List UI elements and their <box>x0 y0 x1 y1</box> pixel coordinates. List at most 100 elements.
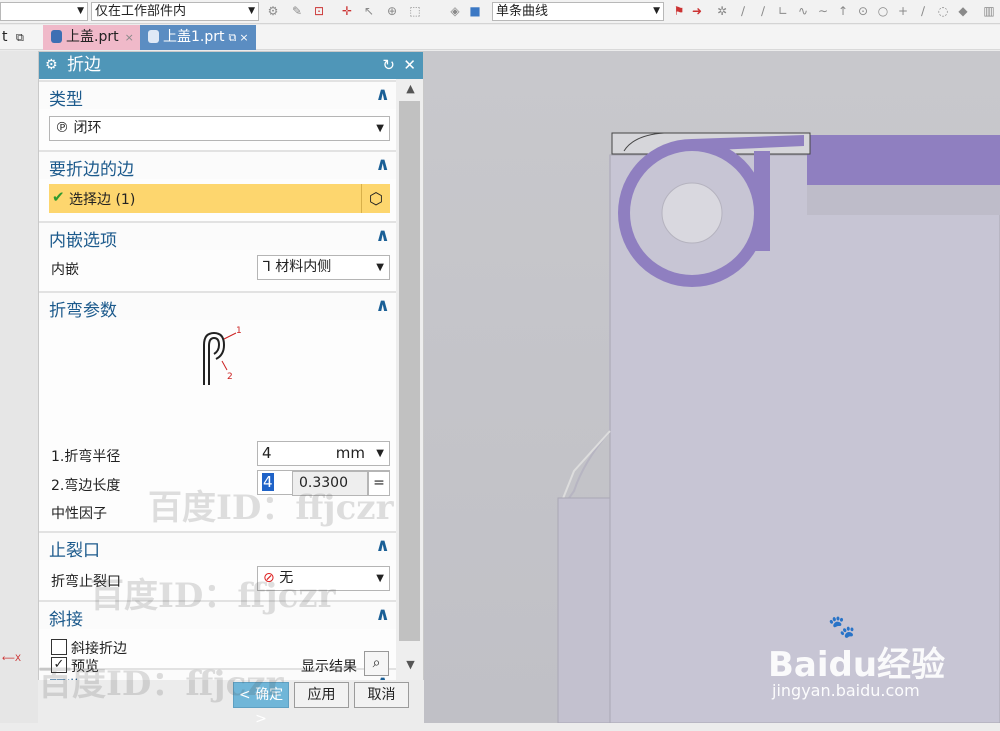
shade-icon[interactable]: ◈ <box>448 4 462 18</box>
close-icon[interactable]: × <box>125 31 134 44</box>
book-icon[interactable]: ▥ <box>982 4 996 18</box>
cross-icon[interactable]: ✛ <box>340 4 354 18</box>
part-tabs: t ⧉ 上盖.prt × 上盖1.prt ⧉ × <box>0 25 1000 50</box>
show-result-button[interactable]: ⌕ <box>364 651 389 676</box>
up-arrow-icon[interactable]: ↑ <box>836 4 850 18</box>
neutral-factor-label: 中性因子 <box>51 506 107 522</box>
select-edge-label: 选择边 (1) <box>69 192 136 208</box>
circle-center-icon[interactable]: ⊙ <box>856 4 870 18</box>
close-icon[interactable]: × <box>239 31 248 44</box>
chevron-up-icon[interactable]: ∧ <box>375 154 390 175</box>
dialog-scrollbar[interactable]: ▲ ▼ <box>396 79 423 715</box>
formula-button[interactable]: = <box>368 471 390 496</box>
neutral-factor-field[interactable]: 0.3300 <box>292 471 368 496</box>
chevron-up-icon[interactable]: ∧ <box>375 604 390 625</box>
scroll-thumb[interactable] <box>399 101 420 641</box>
window-icon: ⧉ <box>228 31 237 44</box>
chevron-up-icon[interactable]: ∧ <box>375 225 390 246</box>
diamond-icon[interactable]: ◆ <box>956 4 970 18</box>
chevron-up-icon[interactable]: ∧ <box>375 295 390 316</box>
flange-top <box>807 135 1000 185</box>
section-relief[interactable]: 止裂口 ∧ <box>39 531 396 561</box>
chevron-down-icon: ▼ <box>248 6 255 16</box>
dialog-title: 折边 <box>67 55 101 75</box>
section-miter[interactable]: 斜接 ∧ <box>39 600 396 630</box>
bend-radius-input[interactable]: 4 mm ▼ <box>257 441 390 466</box>
circle-icon[interactable]: ○ <box>876 4 890 18</box>
curve-rule-value: 单条曲线 <box>496 4 549 19</box>
point-icon[interactable]: ⊡ <box>312 4 326 18</box>
forward-icon[interactable]: ➜ <box>690 4 704 18</box>
scope-select[interactable]: 仅在工作部件内 ▼ <box>91 2 259 21</box>
chevron-down-icon: ▼ <box>77 6 84 16</box>
bend-relief-label: 折弯止裂口 <box>51 574 121 590</box>
cancel-button[interactable]: 取消 <box>354 682 409 708</box>
bend-relief-value: 无 <box>279 570 294 586</box>
chevron-down-icon[interactable]: ▼ <box>376 442 384 465</box>
apply-button[interactable]: 应用 <box>294 682 349 708</box>
apply-button-label: 应用 <box>307 687 336 703</box>
snap-icon[interactable]: ⚙ <box>266 4 280 18</box>
tab-shanggai[interactable]: 上盖.prt × <box>43 25 140 50</box>
wave-icon[interactable]: ∼ <box>816 4 830 18</box>
angle-icon[interactable]: ∟ <box>776 4 790 18</box>
baidu-logo: Baidu经验 <box>768 645 946 685</box>
miter-checkbox-label: 斜接折边 <box>71 641 127 657</box>
chevron-down-icon: ▼ <box>376 123 384 134</box>
preview-checkbox[interactable]: ✓ <box>51 657 67 673</box>
tab-shanggai-label: 上盖.prt <box>66 29 119 45</box>
cancel-button-label: 取消 <box>367 687 396 703</box>
box-select-icon[interactable]: ⬚ <box>408 4 422 18</box>
tab-partial[interactable]: t ⧉ <box>0 25 42 50</box>
curve-rule-select[interactable]: 单条曲线 ▼ <box>492 2 664 21</box>
baidu-url: jingyan.baidu.com <box>772 681 920 700</box>
section-edges[interactable]: 要折边的边 ∧ <box>39 150 396 180</box>
ok-button[interactable]: < 确定 > <box>233 682 289 727</box>
flag-icon[interactable]: ⚑ <box>672 4 686 18</box>
show-result-label: 显示结果 <box>301 659 357 675</box>
line-icon[interactable]: ∕ <box>736 4 750 18</box>
shape-icon[interactable]: ◌ <box>936 4 950 18</box>
inset-select[interactable]: ⅂ 材料内侧 ▼ <box>257 255 390 280</box>
bend-diagram: 1 2 <box>203 326 242 385</box>
checkmark-icon: ✔ <box>52 188 65 206</box>
chevron-down-icon: ▼ <box>376 573 384 584</box>
slash-icon[interactable]: ∕ <box>916 4 930 18</box>
section-type[interactable]: 类型 ∧ <box>39 80 396 110</box>
scope-select-value: 仅在工作部件内 <box>95 4 187 19</box>
tab-partial-label: t <box>2 29 8 45</box>
curve-icon[interactable]: ✎ <box>290 4 304 18</box>
bend-relief-select[interactable]: ⊘ 无 ▼ <box>257 566 390 591</box>
chevron-up-icon[interactable]: ∧ <box>375 84 390 105</box>
tab-shanggai1[interactable]: 上盖1.prt ⧉ × <box>140 25 256 50</box>
cube-icon[interactable]: ■ <box>468 4 482 18</box>
left-resource-strip: ⟵X <box>0 51 38 723</box>
section-miter-title: 斜接 <box>49 610 83 630</box>
section-inset[interactable]: 内嵌选项 ∧ <box>39 221 396 251</box>
flange-length-label: 2.弯边长度 <box>51 478 121 494</box>
scroll-up-icon[interactable]: ▲ <box>396 79 423 99</box>
arrow-icon[interactable]: ↖ <box>362 4 376 18</box>
plus-icon[interactable]: + <box>896 4 910 18</box>
x-axis-label: ⟵X <box>2 654 22 664</box>
select-icon[interactable]: ⊕ <box>385 4 399 18</box>
filter-select[interactable]: ▼ <box>0 2 88 21</box>
scroll-down-icon[interactable]: ▼ <box>396 655 423 675</box>
line2-icon[interactable]: ∕ <box>756 4 770 18</box>
section-bend[interactable]: 折弯参数 ∧ <box>39 291 396 321</box>
cube-icon[interactable]: ⬡ <box>361 184 390 213</box>
inset-label: 内嵌 <box>51 262 79 278</box>
ok-button-label: < 确定 > <box>238 687 284 727</box>
inset-select-value: 材料内侧 <box>275 259 332 275</box>
chevron-down-icon: ▼ <box>653 6 660 16</box>
type-select[interactable]: ℗ 闭环 ▼ <box>49 116 390 141</box>
grid-snap-icon[interactable]: ✲ <box>715 4 729 18</box>
spline-icon[interactable]: ∿ <box>796 4 810 18</box>
reset-icon[interactable]: ↻ <box>382 52 395 79</box>
bend-radius-label: 1.折弯半径 <box>51 449 121 465</box>
select-edge-row[interactable]: ✔ 选择边 (1) ⬡ <box>49 184 390 213</box>
close-icon[interactable]: ✕ <box>403 52 416 79</box>
miter-checkbox[interactable] <box>51 639 67 655</box>
chevron-up-icon[interactable]: ∧ <box>375 535 390 556</box>
bend-radius-unit: mm <box>335 444 365 462</box>
